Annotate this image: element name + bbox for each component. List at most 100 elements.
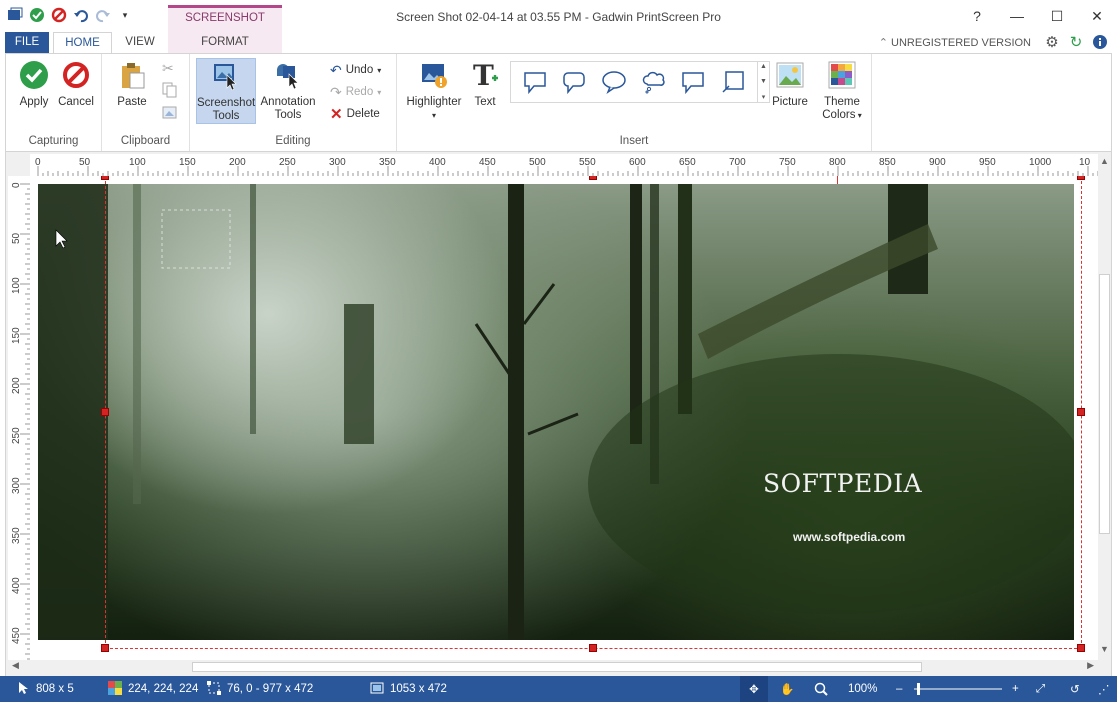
update-icon[interactable]: ↻ [1067, 32, 1085, 52]
rectangle-shape-icon[interactable] [719, 68, 747, 96]
theme-colors-button[interactable]: Theme Colors ▾ [816, 58, 868, 124]
zoom-out-button[interactable]: – [896, 676, 902, 702]
tab-format[interactable]: FORMAT [168, 32, 282, 53]
vertical-scrollbar[interactable]: ▲ ▼ [1098, 154, 1111, 660]
scroll-left-icon[interactable]: ◀ [12, 660, 19, 671]
redo-button[interactable]: ↷ Redo ▾ [330, 83, 381, 101]
screenshot-tools-button[interactable]: Screenshot Tools [196, 58, 256, 124]
zoom-slider[interactable] [912, 676, 1004, 702]
annotation-tools-button[interactable]: Annotation Tools [258, 58, 318, 124]
undo-button[interactable]: ↶ Undo ▾ [330, 61, 381, 79]
ruler-label: 450 [11, 627, 22, 644]
help-button[interactable]: ? [957, 0, 997, 32]
ruler-label: 200 [11, 377, 22, 394]
chevron-down-icon[interactable]: ▼ [760, 78, 767, 85]
redo-icon: ↷ [330, 84, 342, 101]
gear-icon[interactable]: ⚙ [1043, 32, 1061, 52]
picture-button[interactable]: Picture [768, 58, 812, 124]
ruler-label: 200 [229, 157, 246, 168]
ruler-label: 150 [179, 157, 196, 168]
vertical-scroll-thumb[interactable] [1099, 274, 1110, 534]
quick-access-toolbar: ▾ [6, 6, 134, 24]
cloud-callout-shape-icon[interactable] [640, 68, 668, 96]
rounded-callout-shape-icon[interactable] [560, 68, 588, 96]
horizontal-scrollbar[interactable]: ◀ ▶ [8, 660, 1098, 674]
editing-group: Screenshot Tools Annotation Tools ↶ Undo… [190, 54, 397, 151]
registration-status[interactable]: ⌃ UNREGISTERED VERSION [879, 36, 1031, 49]
scroll-up-icon[interactable]: ▲ [1100, 156, 1109, 166]
copy-icon[interactable] [162, 82, 178, 101]
scroll-down-icon[interactable]: ▼ [1100, 644, 1109, 654]
picture-icon [773, 58, 807, 92]
softpedia-url: www.softpedia.com [793, 530, 905, 544]
tab-home[interactable]: HOME [53, 32, 112, 54]
ruler-label: 50 [79, 157, 91, 168]
customize-qat-icon[interactable]: ▾ [116, 6, 134, 24]
minimize-button[interactable]: — [997, 0, 1037, 32]
cancel-qat-icon[interactable] [50, 6, 68, 24]
softpedia-watermark: SOFTPEDIA [763, 469, 922, 498]
hand-tool-icon[interactable]: ✋ [780, 676, 794, 702]
cursor-icon [18, 681, 30, 698]
ruler-label: 300 [329, 157, 346, 168]
selection-handle-middle-left[interactable] [101, 408, 109, 416]
image-size-icon [370, 681, 384, 698]
zoom-tool-icon[interactable] [814, 676, 828, 702]
cut-icon[interactable]: ✂ [162, 60, 174, 77]
selection-handle-top-left[interactable] [101, 176, 109, 180]
selection-handle-bottom-left[interactable] [101, 644, 109, 652]
highlighter-button[interactable]: Highlighter ▾ [403, 58, 465, 124]
selection-handle-top-right[interactable] [1077, 176, 1085, 180]
line-callout-shape-icon[interactable] [679, 68, 707, 96]
ruler-label: 1000 [1029, 157, 1052, 168]
ruler-label: 800 [829, 157, 846, 168]
ruler-label: 500 [529, 157, 546, 168]
fit-to-window-icon[interactable]: ⤢ [1036, 676, 1045, 702]
ruler-label: 400 [429, 157, 446, 168]
image-canvas[interactable]: SOFTPEDIA www.softpedia.com [30, 176, 1098, 660]
info-icon[interactable] [1091, 32, 1109, 52]
redo-qat-icon[interactable] [94, 6, 112, 24]
cancel-button[interactable]: Cancel [50, 58, 102, 124]
zoom-in-button[interactable]: + [1012, 676, 1019, 702]
ruler-label: 650 [679, 157, 696, 168]
rect-callout-shape-icon[interactable] [521, 68, 549, 96]
scroll-right-icon[interactable]: ▶ [1087, 660, 1094, 671]
maximize-button[interactable]: ☐ [1037, 0, 1077, 32]
selection-handle-middle-right[interactable] [1077, 408, 1085, 416]
selection-handle-top-center[interactable] [589, 176, 597, 180]
forest-trees [38, 184, 1074, 640]
expand-gallery-icon[interactable]: ▾ [762, 93, 766, 101]
selection-handle-bottom-right[interactable] [1077, 644, 1085, 652]
paste-button[interactable]: Paste [106, 58, 158, 124]
oval-callout-shape-icon[interactable] [600, 68, 628, 96]
tab-view[interactable]: VIEW [114, 32, 166, 53]
undo-qat-icon[interactable] [72, 6, 90, 24]
paste-icon [115, 58, 149, 92]
rotate-icon[interactable]: ↺ [1070, 676, 1080, 702]
ruler-label: 100 [11, 277, 22, 294]
app-icon[interactable] [6, 6, 24, 24]
image-size-info: 1053 x 472 [370, 676, 447, 702]
delete-button[interactable]: ✕ Delete [330, 105, 380, 123]
horizontal-scroll-thumb[interactable] [192, 662, 922, 672]
move-tool-icon[interactable]: ✥ [740, 676, 768, 702]
ruler-label: 300 [11, 477, 22, 494]
ruler-label: 10 [1079, 157, 1091, 168]
ruler-guide [837, 176, 838, 184]
forest-photo[interactable]: SOFTPEDIA www.softpedia.com [38, 184, 1074, 640]
ruler-label: 350 [379, 157, 396, 168]
apply-qat-icon[interactable] [28, 6, 46, 24]
text-button[interactable]: T Text [465, 58, 505, 124]
tab-file[interactable]: FILE [5, 32, 49, 53]
copy-image-icon[interactable] [162, 104, 178, 123]
ruler-label: 450 [479, 157, 496, 168]
close-button[interactable]: ✕ [1077, 0, 1117, 32]
work-area: 0501001502002503003504004505005506006507… [5, 152, 1112, 676]
chevron-up-icon[interactable]: ▲ [760, 63, 767, 70]
ruler-label: 0 [35, 157, 41, 168]
collapse-ribbon-icon[interactable]: ⌃ [879, 37, 888, 49]
ribbon-tabs: FILE HOME VIEW FORMAT ⌃ UNREGISTERED VER… [0, 32, 1117, 53]
selection-handle-bottom-center[interactable] [589, 644, 597, 652]
ruler-label: 700 [729, 157, 746, 168]
